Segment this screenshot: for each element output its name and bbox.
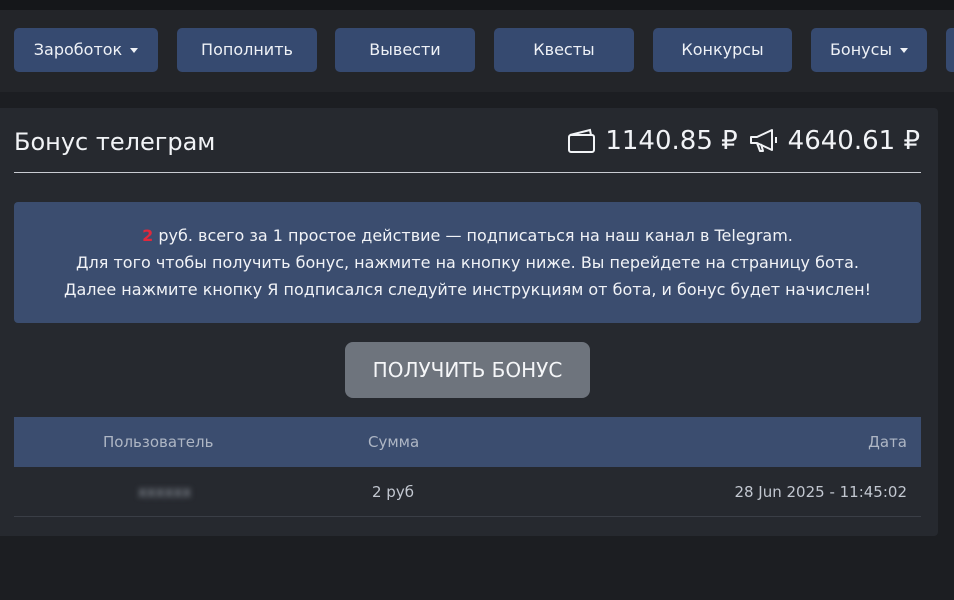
nav-quests-button[interactable]: Квесты	[494, 28, 634, 72]
info-line-1: 2 руб. всего за 1 простое действие — под…	[14, 222, 921, 249]
column-header-user: Пользователь	[103, 433, 214, 451]
bonus-panel: Бонус телеграм 1140.85 ₽ 4640.61 ₽ 2 руб…	[0, 108, 938, 536]
chevron-down-icon	[130, 48, 139, 53]
nav-earnings-label: Зароботок	[33, 40, 123, 59]
column-header-date: Дата	[868, 433, 907, 451]
row-user: xxxxxx	[138, 483, 192, 501]
ads-balance[interactable]: 4640.61 ₽	[748, 126, 920, 156]
nav-withdraw-button[interactable]: Вывести	[335, 28, 475, 72]
row-date: 28 Jun 2025 - 11:45:02	[734, 483, 907, 501]
nav-more-button[interactable]	[946, 28, 954, 72]
nav-bonuses-dropdown[interactable]: Бонусы	[811, 28, 927, 72]
nav-deposit-label: Пополнить	[201, 40, 293, 59]
nav-earnings-dropdown[interactable]: Зароботок	[14, 28, 158, 72]
column-header-amount: Сумма	[368, 433, 420, 451]
chevron-down-icon	[900, 48, 909, 53]
info-line-3: Далее нажмите кнопку Я подписался следуй…	[64, 280, 871, 299]
nav-quests-label: Квесты	[533, 40, 595, 59]
nav-contests-button[interactable]: Конкурсы	[653, 28, 792, 72]
nav-deposit-button[interactable]: Пополнить	[177, 28, 317, 72]
get-bonus-button[interactable]: ПОЛУЧИТЬ БОНУС	[345, 342, 590, 398]
bonus-amount: 2	[142, 226, 154, 245]
info-line-1-text: руб. всего за 1 простое действие — подпи…	[153, 226, 793, 245]
bonus-info-box: 2 руб. всего за 1 простое действие — под…	[14, 202, 921, 323]
ads-balance-value: 4640.61 ₽	[787, 126, 920, 156]
row-amount: 2 руб	[372, 483, 414, 501]
nav-contests-label: Конкурсы	[681, 40, 764, 59]
wallet-balance-value: 1140.85 ₽	[605, 126, 738, 156]
top-navigation: Зароботок Пополнить Вывести Квесты Конку…	[0, 0, 954, 92]
nav-bonuses-label: Бонусы	[829, 40, 893, 59]
wallet-icon	[568, 128, 596, 153]
title-divider	[14, 172, 921, 173]
page-title: Бонус телеграм	[14, 128, 216, 156]
nav-withdraw-label: Вывести	[369, 40, 441, 59]
table-row: xxxxxx 2 руб 28 Jun 2025 - 11:45:02	[14, 467, 921, 517]
wallet-balance[interactable]: 1140.85 ₽	[567, 126, 738, 156]
balances: 1140.85 ₽ 4640.61 ₽	[557, 126, 920, 156]
megaphone-icon	[749, 129, 777, 152]
info-line-2: Для того чтобы получить бонус, нажмите н…	[76, 253, 859, 272]
table-header: Пользователь Сумма Дата	[14, 417, 921, 467]
